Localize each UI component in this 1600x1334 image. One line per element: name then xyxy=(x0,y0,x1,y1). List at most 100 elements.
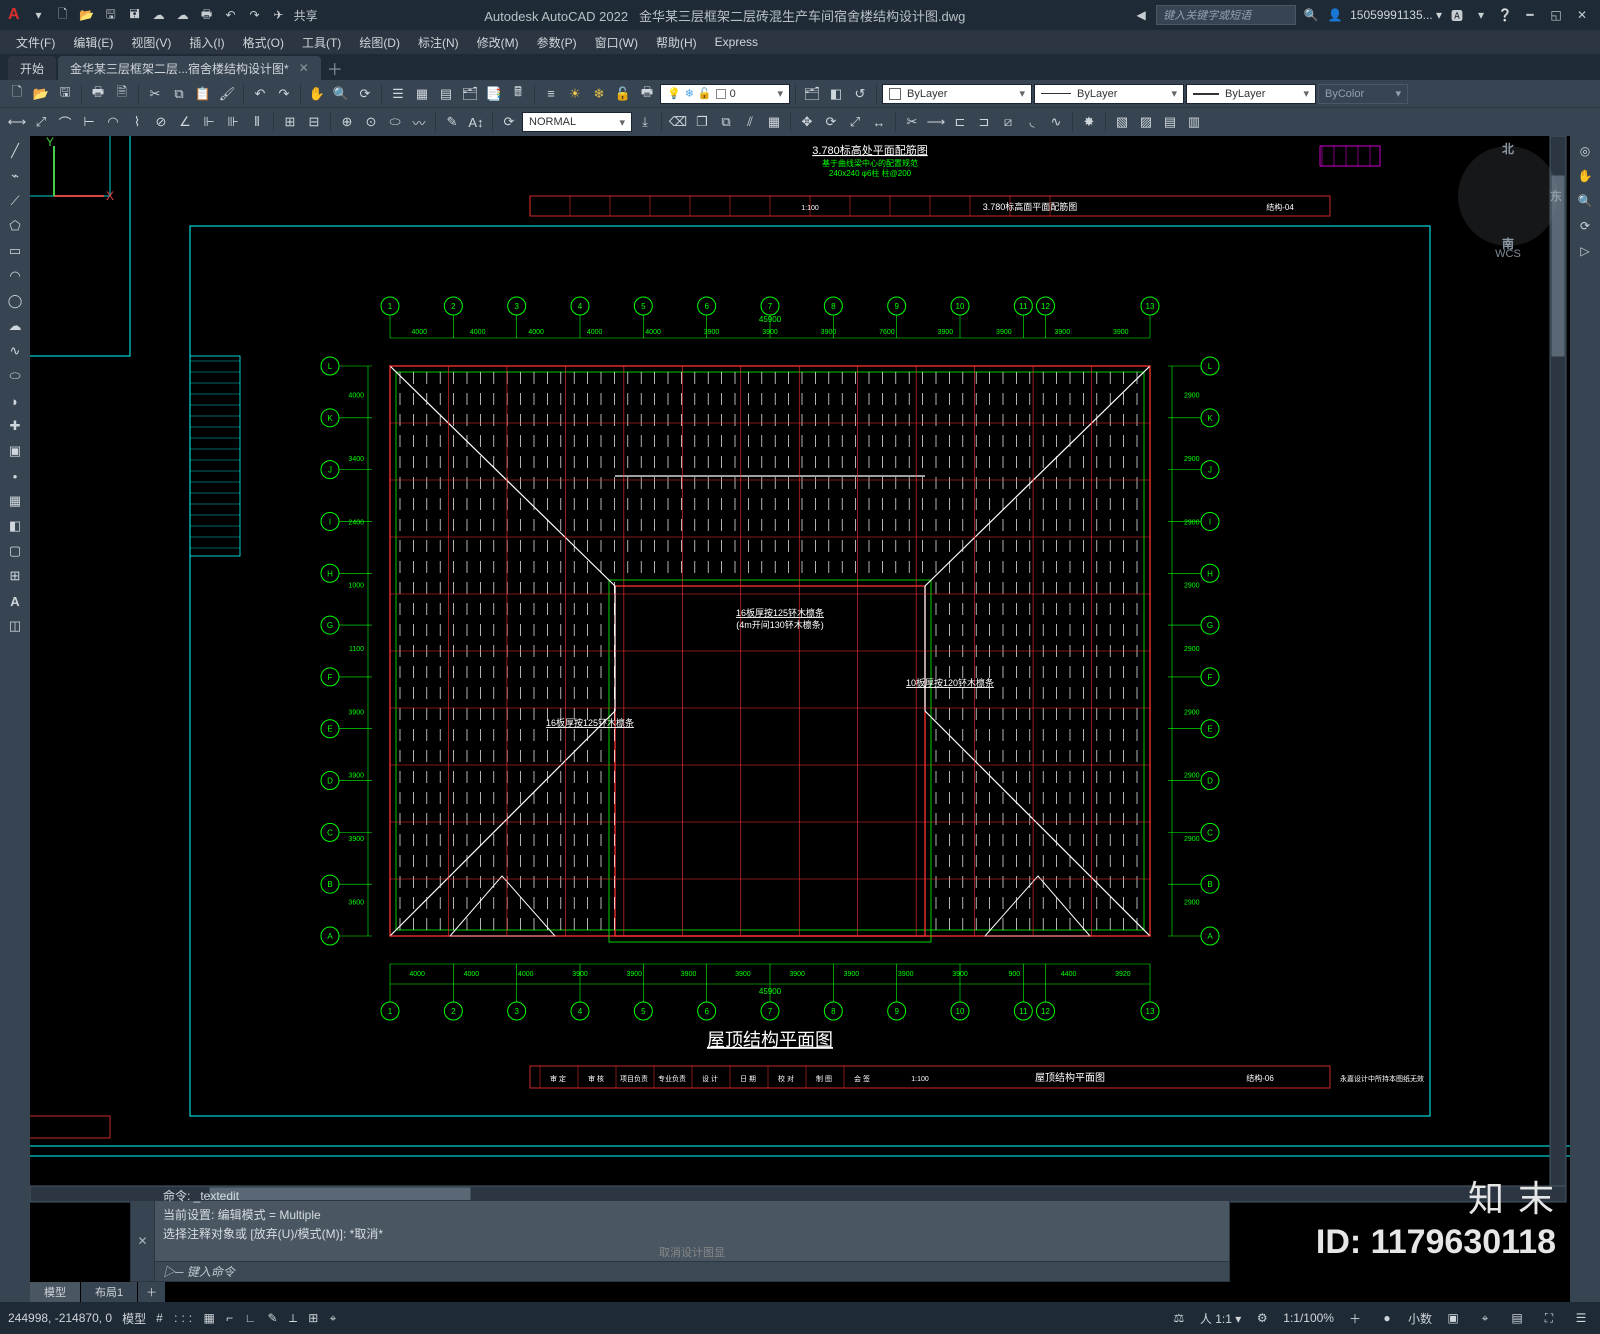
tb-print-icon[interactable]: 🖶 xyxy=(87,83,109,105)
menu-10[interactable]: 窗口(W) xyxy=(587,32,646,53)
tb-ssm-icon[interactable]: 🗂 xyxy=(459,83,481,105)
tb-undo2-icon[interactable]: ↶ xyxy=(249,83,271,105)
table-icon[interactable]: ⊞ xyxy=(3,565,27,587)
help-icon[interactable]: ❔ xyxy=(1496,6,1514,24)
prop-plot-combo[interactable]: ByColor▾ xyxy=(1318,84,1408,104)
menu-6[interactable]: 绘图(D) xyxy=(351,32,408,53)
plot-icon[interactable]: 🖶 xyxy=(198,6,216,24)
mod-chamfer-icon[interactable]: ⧄ xyxy=(997,111,1019,133)
cloud-open-icon[interactable]: ☁ xyxy=(150,6,168,24)
status-anno-icon[interactable]: ▤ xyxy=(1506,1307,1528,1329)
menu-7[interactable]: 标注(N) xyxy=(410,32,467,53)
status-isoview-icon[interactable]: ▣ xyxy=(1442,1307,1464,1329)
layer-icon[interactable]: ≡ xyxy=(540,83,562,105)
status-gear-icon[interactable]: ⚙ xyxy=(1251,1307,1273,1329)
menu-4[interactable]: 格式(O) xyxy=(235,32,292,53)
spline-icon[interactable]: ∿ xyxy=(3,340,27,362)
saveas-icon[interactable]: 🖬 xyxy=(126,6,144,24)
dim-tol-icon[interactable]: ⊕ xyxy=(336,111,358,133)
search-icon[interactable]: 🔍 xyxy=(1302,6,1320,24)
mod-offset-icon[interactable]: ⫽ xyxy=(739,111,761,133)
tb-tpal-icon[interactable]: ▤ xyxy=(435,83,457,105)
mod-trim-icon[interactable]: ✂ xyxy=(901,111,923,133)
menu-0[interactable]: 文件(F) xyxy=(8,32,63,53)
mod-rotate-icon[interactable]: ⟳ xyxy=(820,111,842,133)
menu-3[interactable]: 插入(I) xyxy=(181,32,232,53)
mod-move-icon[interactable]: ✥ xyxy=(796,111,818,133)
new-icon[interactable]: 🗋 xyxy=(54,6,72,24)
status-decimal[interactable]: 小数 xyxy=(1408,1310,1432,1327)
modelspace-tab[interactable]: 模型 xyxy=(30,1282,80,1302)
dim-aligned-icon[interactable]: ⤢ xyxy=(30,111,52,133)
tb-cut-icon[interactable]: ✂ xyxy=(144,83,166,105)
layer-plot-icon[interactable]: 🖶 xyxy=(636,83,658,105)
prop-lt-combo[interactable]: ByLayer▾ xyxy=(1034,84,1184,104)
dim-space-icon[interactable]: ⊞ xyxy=(279,111,301,133)
model-space[interactable]: 3.780标高处平面配筋图基于曲线梁中心的配置规范240x240 φ6柱 柱@2… xyxy=(30,136,1570,1302)
open-icon[interactable]: 📂 xyxy=(78,6,96,24)
status-space[interactable]: 模型 xyxy=(122,1310,146,1327)
recent-search-icon[interactable]: ◀ xyxy=(1132,6,1150,24)
circle-icon[interactable]: ◯ xyxy=(3,290,27,312)
dim-ang-icon[interactable]: ∠ xyxy=(174,111,196,133)
user-icon[interactable]: 👤 xyxy=(1326,6,1344,24)
status-ratio[interactable]: 1:1/100% xyxy=(1283,1311,1334,1325)
draworder-icon[interactable]: ▧ xyxy=(1111,111,1133,133)
mod-erase-icon[interactable]: ⌫ xyxy=(667,111,689,133)
view-cube[interactable]: 北 东 南 WCS xyxy=(1458,146,1558,246)
status-fullscreen-icon[interactable]: ⛶ xyxy=(1538,1307,1560,1329)
menu-1[interactable]: 编辑(E) xyxy=(65,32,121,53)
tb-zoom-icon[interactable]: 🔍 xyxy=(330,83,352,105)
save-icon[interactable]: 🖫 xyxy=(102,6,120,24)
tb-pan-icon[interactable]: ✋ xyxy=(306,83,328,105)
user-label[interactable]: 15059991135... ▾ xyxy=(1350,8,1442,22)
menu-dropdown-icon[interactable]: ▾ xyxy=(30,6,48,24)
menu-2[interactable]: 视图(V) xyxy=(123,32,179,53)
arc-icon[interactable]: ◠ xyxy=(3,265,27,287)
dim-style-combo[interactable]: NORMAL▾ xyxy=(522,112,632,132)
tb-paste-icon[interactable]: 📋 xyxy=(192,83,214,105)
polygon-icon[interactable]: ⬠ xyxy=(3,215,27,237)
draworder2-icon[interactable]: ▨ xyxy=(1135,111,1157,133)
nav-zoom-icon[interactable]: 🔍 xyxy=(1573,190,1597,212)
prop-lw-combo[interactable]: ByLayer▾ xyxy=(1186,84,1316,104)
wipeout-icon[interactable]: ◫ xyxy=(3,615,27,637)
dim-update-icon[interactable]: ⟳ xyxy=(498,111,520,133)
tb-preview-icon[interactable]: 🗎 xyxy=(111,83,133,105)
menu-9[interactable]: 参数(P) xyxy=(529,32,585,53)
draworder4-icon[interactable]: ▥ xyxy=(1183,111,1205,133)
mod-stretch-icon[interactable]: ↔ xyxy=(868,111,890,133)
tab-start[interactable]: 开始 xyxy=(8,56,56,80)
prop-color-combo[interactable]: ByLayer▾ xyxy=(882,84,1032,104)
menu-11[interactable]: 帮助(H) xyxy=(648,32,705,53)
pline-icon[interactable]: ⌁ xyxy=(3,165,27,187)
status-plus-icon[interactable]: ＋ xyxy=(1344,1307,1366,1329)
status-scale-set[interactable]: 人 1:1 ▾ xyxy=(1200,1310,1241,1327)
help-search-input[interactable]: 键入关键字或短语 xyxy=(1156,5,1296,25)
nav-showmotion-icon[interactable]: ▷ xyxy=(1573,240,1597,262)
layer-state-icon[interactable]: 🗂 xyxy=(801,83,823,105)
exchange-icon[interactable]: 🅰 xyxy=(1448,6,1466,24)
mtext-icon[interactable]: A xyxy=(3,590,27,612)
tb-markup-icon[interactable]: 📑 xyxy=(483,83,505,105)
tb-props-icon[interactable]: ☰ xyxy=(387,83,409,105)
ellipse-icon[interactable]: ⬭ xyxy=(3,365,27,387)
dim-jog-icon[interactable]: ⌇ xyxy=(126,111,148,133)
rect-icon[interactable]: ▭ xyxy=(3,240,27,262)
redo-icon[interactable]: ↷ xyxy=(246,6,264,24)
mod-extend-icon[interactable]: ⟶ xyxy=(925,111,947,133)
dim-insp-icon[interactable]: ⬭ xyxy=(384,111,406,133)
status-target-icon[interactable]: ⌖ xyxy=(1474,1307,1496,1329)
status-scale-icon[interactable]: ⚖ xyxy=(1168,1307,1190,1329)
mod-copy-icon[interactable]: ❐ xyxy=(691,111,713,133)
tb-copy-icon[interactable]: ⧉ xyxy=(168,83,190,105)
dim-linear-icon[interactable]: ⟷ xyxy=(6,111,28,133)
tab-close-icon[interactable]: ✕ xyxy=(299,61,309,75)
layer-prev-icon[interactable]: ↺ xyxy=(849,83,871,105)
menu-12[interactable]: Express xyxy=(707,33,766,51)
layer-freeze-icon[interactable]: ❄ xyxy=(588,83,610,105)
tb-qcalc-icon[interactable]: 🖩 xyxy=(507,83,529,105)
layout-add-tab[interactable]: ＋ xyxy=(138,1282,165,1302)
tb-redo2-icon[interactable]: ↷ xyxy=(273,83,295,105)
layer-on-icon[interactable]: ☀ xyxy=(564,83,586,105)
